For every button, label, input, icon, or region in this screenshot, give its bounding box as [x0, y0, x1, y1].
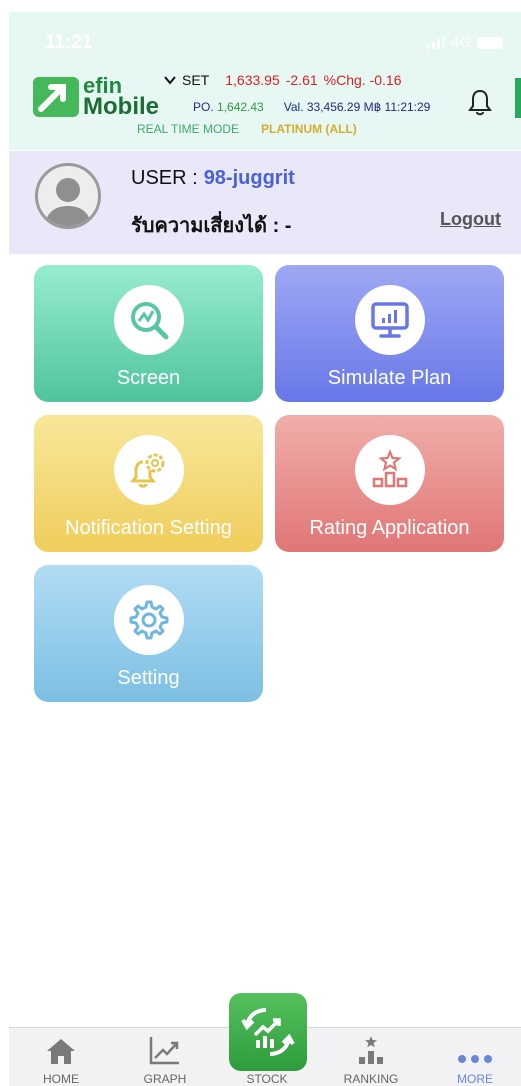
tab-more[interactable]: MORE	[435, 1028, 515, 1086]
tab-more-label: MORE	[457, 1072, 493, 1086]
screen-tile-label: Screen	[116, 367, 181, 389]
status-bar: 11:21 4G	[9, 12, 521, 68]
market-selector[interactable]: SET	[182, 72, 209, 88]
rating-application-tile-label: Rating Application	[309, 517, 470, 539]
magnifier-chart-icon	[130, 302, 168, 340]
po-row: PO. 1,642.43 Val. 33,456.29 M฿ 11:21:29	[193, 100, 430, 114]
notification-setting-tile[interactable]: Notification Setting	[34, 415, 263, 552]
podium-star-icon	[372, 449, 407, 488]
user-name: 98-juggrit	[203, 167, 295, 189]
tab-home-label: HOME	[43, 1072, 79, 1086]
stock-center-button[interactable]	[229, 993, 307, 1071]
chevron-down-icon	[164, 76, 176, 85]
logo-arrow-icon	[33, 76, 79, 117]
graph-icon	[149, 1037, 179, 1065]
setting-tile-label: Setting	[117, 667, 180, 689]
bell-icon[interactable]	[467, 88, 493, 116]
stock-exchange-icon	[241, 1008, 295, 1056]
index-pct-change: %Chg. -0.16	[323, 72, 402, 88]
po-label: PO.	[193, 100, 214, 114]
mode-row: REAL TIME MODE PLATINUM (ALL)	[137, 122, 357, 136]
index-change: -2.61	[285, 72, 318, 88]
rating-application-tile[interactable]: Rating Application	[275, 415, 504, 552]
po-value: 1,642.43	[217, 100, 264, 114]
bell-gear-icon	[129, 453, 164, 488]
setting-tile[interactable]: Setting	[34, 565, 263, 702]
avatar	[35, 163, 101, 229]
efin-logo: efin Mobile	[33, 75, 159, 120]
logo-text-mobile: Mobile	[83, 92, 159, 120]
header-edge-accent	[515, 78, 521, 118]
notification-setting-tile-label: Notification Setting	[65, 517, 232, 539]
status-time: 11:21	[45, 32, 93, 53]
user-line: USER :98-juggrit	[131, 167, 295, 190]
user-avatar-icon	[44, 178, 92, 226]
home-icon	[47, 1039, 75, 1064]
status-indicators: 4G	[426, 34, 503, 51]
network-label: 4G	[450, 34, 471, 51]
tab-ranking-label: RANKING	[343, 1072, 399, 1086]
realtime-mode-label: REAL TIME MODE	[137, 122, 240, 136]
signal-icon	[426, 36, 445, 49]
screen-tile[interactable]: Screen	[34, 265, 263, 402]
tab-home[interactable]: HOME	[21, 1028, 101, 1086]
tab-stock-label: STOCK	[246, 1072, 288, 1086]
user-panel: USER :98-juggrit รับความเสี่ยงได้ : - Lo…	[9, 151, 521, 254]
tier-label: PLATINUM (ALL)	[261, 122, 357, 136]
market-index-row[interactable]: SET 1,633.95 -2.61 %Chg. -0.16	[164, 72, 401, 88]
value-text: Val. 33,456.29 M฿ 11:21:29	[283, 100, 431, 114]
logout-link[interactable]: Logout	[440, 209, 501, 230]
gear-icon	[129, 600, 168, 640]
app-header: 11:21 4G efin Mobile SET 1,633.95 -2.61 …	[9, 12, 521, 150]
simulate-plan-tile-label: Simulate Plan	[327, 367, 452, 389]
more-dots-icon	[458, 1055, 492, 1063]
index-value: 1,633.95	[225, 72, 280, 88]
ranking-icon	[359, 1036, 383, 1064]
tab-graph[interactable]: GRAPH	[125, 1028, 205, 1086]
tab-ranking[interactable]: RANKING	[331, 1028, 411, 1086]
monitor-chart-icon	[370, 302, 409, 338]
simulate-plan-tile[interactable]: Simulate Plan	[275, 265, 504, 402]
user-label: USER :	[131, 167, 198, 189]
battery-icon	[477, 36, 503, 49]
risk-tolerance: รับความเสี่ยงได้ : -	[131, 215, 292, 237]
tab-graph-label: GRAPH	[143, 1072, 187, 1086]
